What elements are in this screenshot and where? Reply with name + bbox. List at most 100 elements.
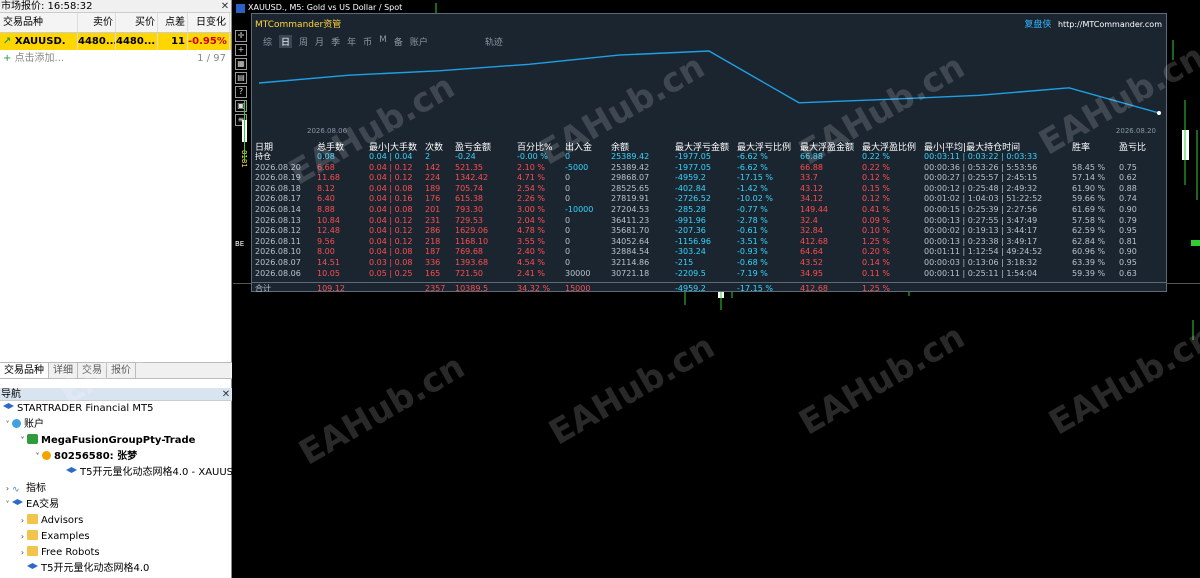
add-symbol-row[interactable]: + 点击添加... 1 / 97: [0, 50, 231, 67]
table-row[interactable]: 2026.08.17 6.40 0.04 | 0.16 176 615.38 2.26 %…: [255, 194, 1161, 205]
table-cell: 2026.08.14: [255, 204, 301, 214]
table-row[interactable]: 2026.08.18 8.12 0.04 | 0.08 189 705.74 2.54 %…: [255, 184, 1161, 195]
bid-cell: 4480...: [78, 33, 116, 50]
table-cell: 27204.53: [611, 204, 650, 214]
table-cell: 2026.08.10: [255, 247, 301, 257]
tab-trading[interactable]: 交易: [78, 363, 107, 378]
table-cell: 0.81: [1119, 236, 1137, 246]
tree-item-examples[interactable]: › Examples: [0, 529, 232, 545]
total-cell: 34.32 %: [517, 284, 551, 293]
table-cell: 0.05 | 0.25: [369, 268, 413, 278]
table-cell: -2726.52: [675, 194, 711, 204]
table-cell: 0: [565, 173, 571, 183]
close-icon[interactable]: ✕: [219, 0, 231, 12]
table-cell: 0.90: [1119, 247, 1137, 257]
table-cell: 0.95: [1119, 257, 1137, 267]
tree-item-free-robots[interactable]: › Free Robots: [0, 545, 232, 561]
table-row[interactable]: 2026.08.12 12.48 0.04 | 0.12 286 1629.06 4.78…: [255, 226, 1161, 237]
table-cell: [1119, 152, 1161, 163]
table-cell: 32114.86: [611, 257, 650, 267]
ask-cell: 4480...: [116, 33, 158, 50]
market-watch-row[interactable]: ↗ XAUUSD. 4480... 4480... 11 -0.95%: [0, 33, 231, 50]
table-cell: 00:01:02 | 1:04:03 | 51:22:52: [924, 194, 1043, 204]
panel-brand: MTCommander资管: [255, 20, 342, 30]
expand-icon[interactable]: ˅: [3, 497, 12, 513]
tree-item-advisors[interactable]: › Advisors: [0, 513, 232, 529]
table-cell: 9.56: [317, 236, 335, 246]
table-cell: 66.88: [800, 152, 823, 161]
table-cell: 59.66 %: [1072, 194, 1106, 204]
table-cell: 0.22 %: [862, 162, 890, 172]
table-cell: -3.51 %: [737, 236, 768, 246]
tree-item-ea-running[interactable]: T5开元量化动态网格4.0 - XAUUSD: [0, 465, 232, 481]
table-cell: 2.54 %: [517, 183, 545, 193]
table-cell: 8.12: [317, 183, 335, 193]
close-icon[interactable]: ✕: [220, 388, 232, 400]
table-cell: 25389.42: [611, 152, 650, 161]
table-cell: 66.88: [800, 162, 823, 172]
expand-icon[interactable]: ˅: [33, 449, 42, 465]
col-change[interactable]: 日变化: [188, 13, 230, 32]
table-row[interactable]: 2026.08.13 10.84 0.04 | 0.12 231 729.53 2.04 …: [255, 216, 1161, 227]
tree-label: EA交易: [26, 499, 60, 510]
mtcommander-stats-panel[interactable]: MTCommander资管 复盘侠 http://MTCommander.com…: [251, 13, 1167, 294]
table-cell: 0.12 %: [862, 173, 890, 183]
table-cell: 705.74: [455, 183, 483, 193]
collapse-icon[interactable]: ›: [18, 529, 27, 545]
tree-item-server[interactable]: ˅ MegaFusionGroupPty-Trade: [0, 433, 232, 449]
expand-icon[interactable]: ˅: [18, 433, 27, 449]
tab-details[interactable]: 详细: [49, 363, 78, 378]
panel-replay-link[interactable]: 复盘侠: [1024, 20, 1051, 30]
navigator-title: 导航: [1, 389, 21, 400]
table-cell: -2.78 %: [737, 215, 768, 225]
table-row[interactable]: 2026.08.20 6.68 0.04 | 0.12 142 521.35 2.10 %…: [255, 163, 1161, 174]
col-symbol[interactable]: 交易品种: [0, 13, 78, 32]
navigator-panel: 导航 ✕ STARTRADER Financial MT5 ˅ 账户 ˅ MegaF…: [0, 388, 232, 577]
tree-item-experts[interactable]: ˅ EA交易: [0, 497, 232, 513]
holding-row[interactable]: 持仓 0.08 0.04 | 0.04 2 -0.24 -0.00 % 0 25389.42 -…: [255, 152, 1161, 163]
folder-icon: [27, 530, 38, 540]
table-row[interactable]: 2026.08.19 11.68 0.04 | 0.12 224 1342.42 4.71…: [255, 173, 1161, 184]
table-cell: 2.26 %: [517, 194, 545, 204]
folder-icon: [27, 546, 38, 556]
table-row[interactable]: 2026.08.11 9.56 0.04 | 0.12 218 1168.10 3.55 …: [255, 237, 1161, 248]
expand-icon[interactable]: ˅: [3, 417, 12, 433]
collapse-icon[interactable]: ›: [18, 545, 27, 561]
collapse-icon[interactable]: ›: [18, 513, 27, 529]
tree-item-ea[interactable]: T5开元量化动态网格4.0: [0, 561, 232, 577]
table-row[interactable]: 2026.08.14 8.88 0.04 | 0.08 201 793.30 3.00 %…: [255, 205, 1161, 216]
tree-item-indicators[interactable]: › ∿ 指标: [0, 481, 232, 497]
tab-symbols[interactable]: 交易品种: [0, 363, 49, 378]
total-cell: [924, 284, 1072, 294]
table-cell: 32.4: [800, 215, 818, 225]
tree-item-accounts[interactable]: ˅ 账户: [0, 417, 232, 433]
table-cell: 0: [565, 183, 571, 193]
col-spread[interactable]: 点差: [158, 13, 188, 32]
table-cell: 176: [425, 194, 441, 204]
table-row[interactable]: 2026.08.10 8.00 0.04 | 0.08 187 769.68 2.40 %…: [255, 247, 1161, 258]
tab-ticks[interactable]: 报价: [107, 363, 136, 378]
table-cell: 27819.91: [611, 194, 650, 204]
table-cell: 1.25 %: [862, 236, 890, 246]
collapse-icon[interactable]: ›: [3, 481, 12, 497]
table-row[interactable]: 2026.08.07 14.51 0.03 | 0.08 336 1393.68 4.54…: [255, 258, 1161, 269]
table-cell: 0: [565, 226, 571, 236]
table-cell: 2026.08.19: [255, 173, 301, 183]
table-cell: -1.42 %: [737, 183, 768, 193]
equity-curve-chart: [258, 50, 1161, 115]
panel-url[interactable]: http://MTCommander.com: [1058, 20, 1162, 29]
total-cell: 10389.5: [455, 284, 489, 293]
symbol-cell: ↗ XAUUSD.: [0, 33, 78, 50]
tree-item-broker[interactable]: STARTRADER Financial MT5: [0, 401, 232, 417]
table-cell: 2026.08.11: [255, 236, 301, 246]
tree-item-account[interactable]: ˅ 80256580: 张梦: [0, 449, 232, 465]
table-row[interactable]: 2026.08.06 10.05 0.05 | 0.25 165 721.50 2.41 …: [255, 269, 1161, 280]
ea-icon: [66, 467, 77, 473]
col-bid[interactable]: 卖价: [78, 13, 116, 32]
table-cell: 336: [425, 257, 441, 267]
col-ask[interactable]: 买价: [116, 13, 158, 32]
total-cell: 1.25 %: [862, 284, 890, 293]
table-cell: 30000: [565, 268, 591, 278]
change-cell: -0.95%: [188, 33, 230, 50]
table-cell: -285.28: [675, 204, 706, 214]
